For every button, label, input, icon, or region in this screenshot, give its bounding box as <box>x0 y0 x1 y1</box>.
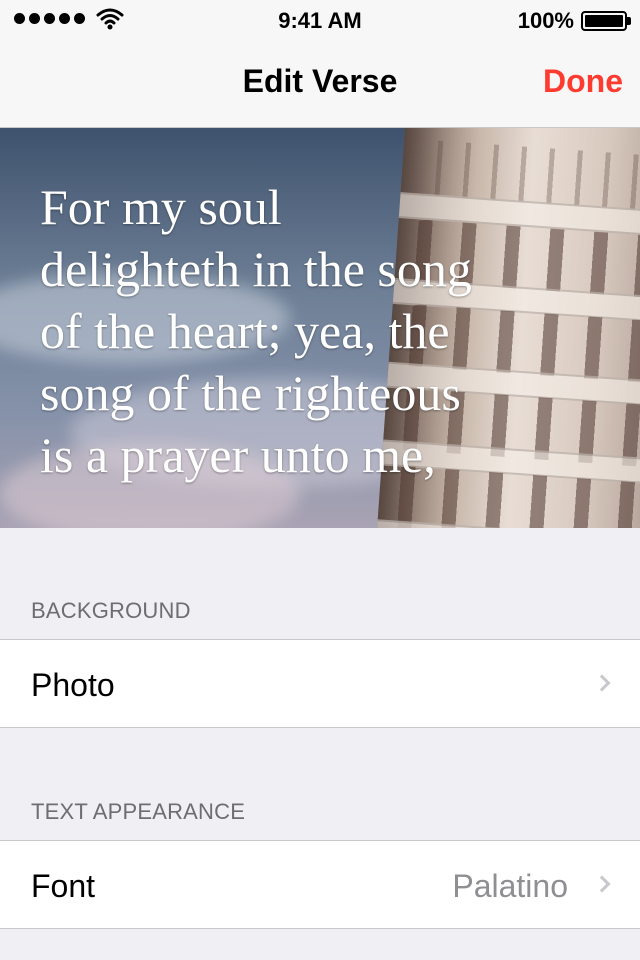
verse-preview: For my soul delighteth in the song of th… <box>0 128 640 528</box>
font-label: Font <box>31 868 96 904</box>
verse-line: is a prayer unto me, <box>40 427 436 483</box>
photo-row[interactable]: Photo <box>0 639 640 728</box>
photo-label: Photo <box>31 667 115 703</box>
battery-tip <box>627 17 631 25</box>
battery-fill <box>585 15 623 27</box>
verse-text: For my soul delighteth in the song of th… <box>40 176 610 486</box>
verse-line: delighteth in the song <box>40 241 472 297</box>
chevron-right-icon <box>593 674 611 692</box>
navigation-bar: Edit Verse Done <box>0 40 640 128</box>
font-row[interactable]: Font Palatino <box>0 840 640 929</box>
verse-line: For my soul <box>40 179 282 235</box>
verse-line: of the heart; yea, the <box>40 303 450 359</box>
done-button[interactable]: Done <box>543 63 623 100</box>
chevron-right-icon <box>593 875 611 893</box>
font-value: Palatino <box>452 868 568 904</box>
verse-line: song of the righteous <box>40 365 461 421</box>
status-bar: 9:41 AM 100% <box>0 0 640 40</box>
edit-verse-screen: 9:41 AM 100% Edit Verse Done For my soul <box>0 0 640 960</box>
battery-percentage: 100% <box>517 8 574 33</box>
battery-full-icon <box>581 11 627 31</box>
text-appearance-section-header: TEXT APPEARANCE <box>31 799 246 824</box>
background-section-header: BACKGROUND <box>31 598 191 623</box>
